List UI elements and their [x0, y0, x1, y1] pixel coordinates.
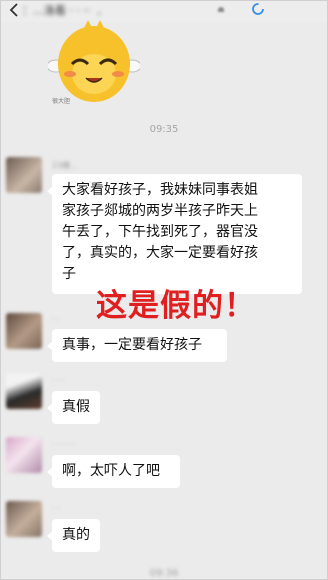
- message-bubble[interactable]: 真事，一定要看好孩子: [47, 329, 227, 362]
- loading-spinner-icon: [252, 3, 264, 15]
- message-line: 啊，太吓人了吧: [62, 463, 160, 479]
- message-bubble[interactable]: 大家看好孩子，我妹妹同事表姐 家孩子郯城的两岁半孩子昨天上 午丢了，下午找到死了…: [47, 174, 302, 294]
- message-line: 家孩子郯城的两岁半孩子昨天上: [62, 203, 258, 219]
- message-line: 了，真实的，大家一定要看好孩: [62, 245, 258, 261]
- fake-news-stamp: 这是假的！: [96, 288, 256, 324]
- avatar: [6, 437, 42, 473]
- sender-nickname: · · · · ·: [52, 440, 75, 449]
- back-arrow-icon[interactable]: [8, 3, 20, 17]
- message-bubble[interactable]: 真的: [47, 519, 100, 552]
- message-line: 午丢了，下午找到死了，器官没: [62, 224, 258, 240]
- timestamp: 09:35: [149, 124, 179, 135]
- avatar: [6, 157, 42, 193]
- sender-nickname: · ·: [52, 504, 60, 513]
- message-bubble[interactable]: 啊，太吓人了吧: [47, 455, 180, 488]
- message-line: 真事，一定要看好孩子: [62, 337, 202, 353]
- avatar: [6, 373, 42, 409]
- message-bubble[interactable]: 真假: [47, 391, 100, 424]
- message-line: 真假: [62, 399, 90, 415]
- chat-title: ：…洛看 · · ·· ,: [22, 4, 101, 17]
- chat-header: ：…洛看 · · ·· ,: [0, 0, 328, 22]
- message-line: 大家看好孩子，我妹妹同事表姐: [62, 182, 258, 198]
- sticker-caption: 很大胆: [52, 98, 71, 105]
- avatar: [6, 313, 42, 349]
- sender-nickname: · ·: [52, 315, 60, 324]
- mute-icon: [218, 7, 224, 12]
- message-line: 真的: [62, 527, 90, 543]
- timestamp: 09:36: [149, 568, 179, 579]
- sender-nickname: 23楼…: [52, 161, 79, 170]
- sender-nickname: · · ·: [52, 376, 65, 385]
- avatar: [6, 501, 42, 537]
